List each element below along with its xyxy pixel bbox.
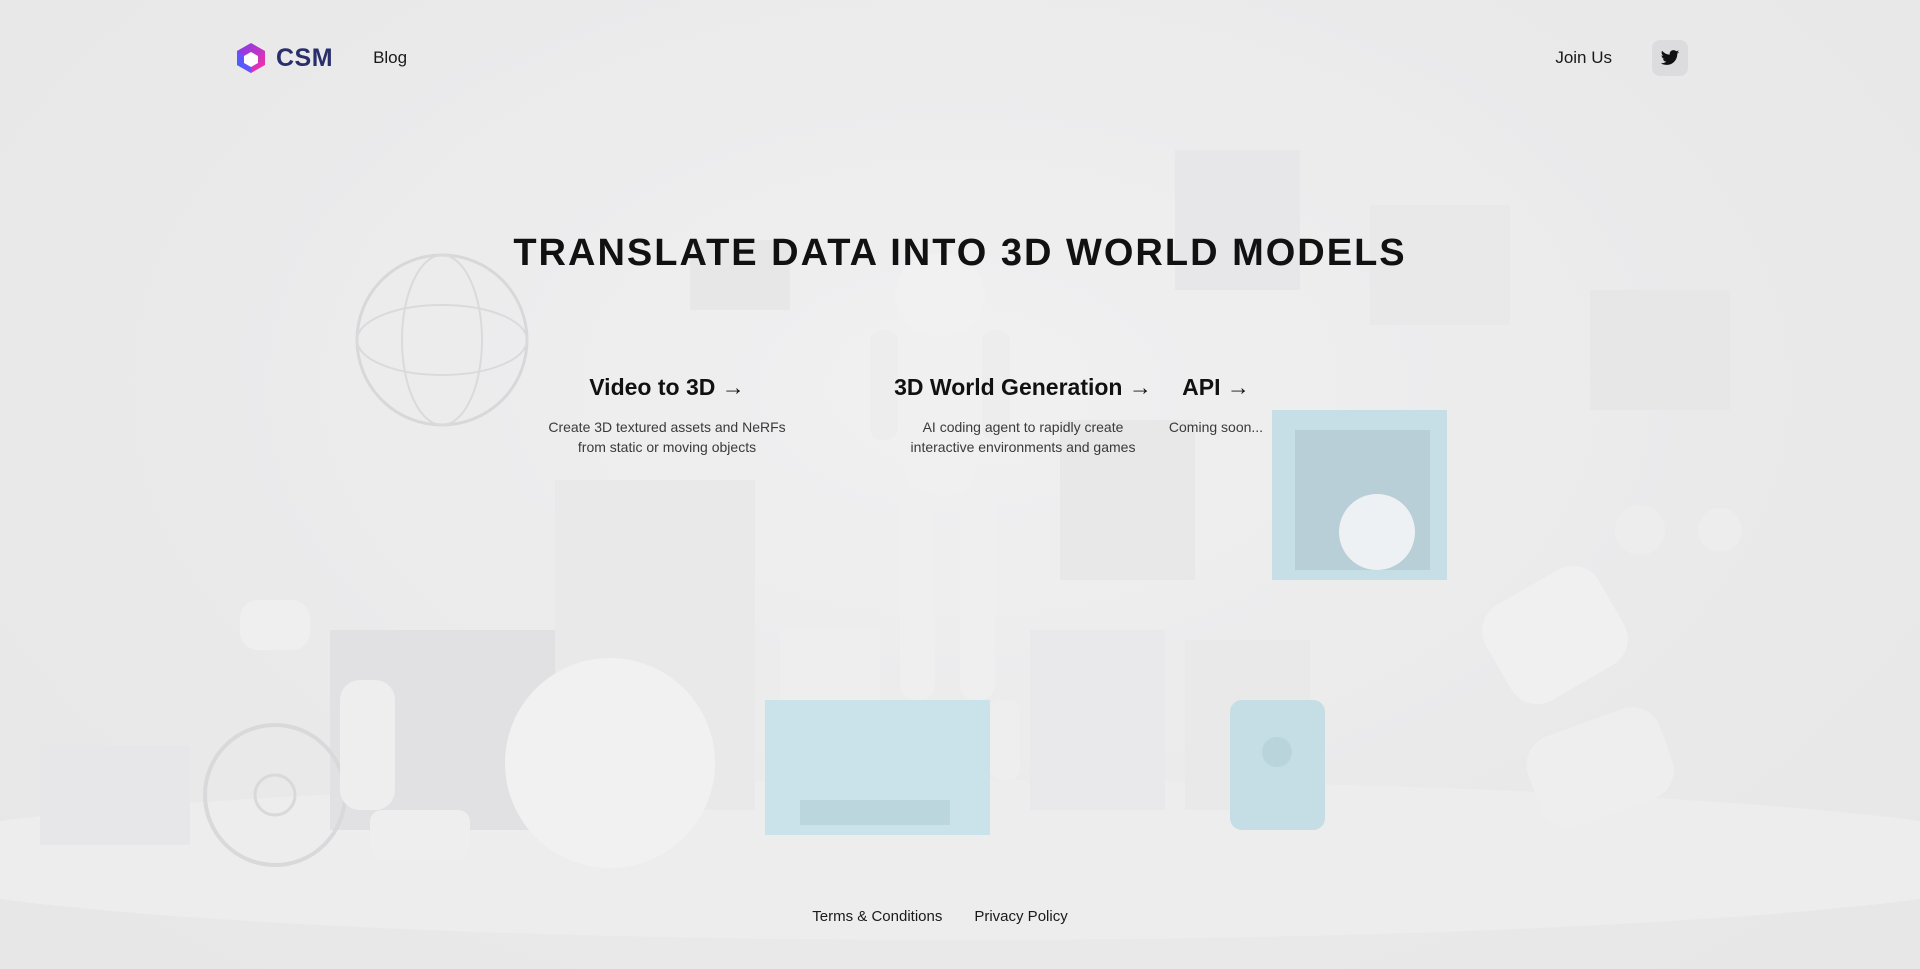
3d-world-generation-link[interactable]: 3D World Generation →: [894, 374, 1152, 401]
api-link[interactable]: API →: [1182, 374, 1250, 401]
feature-description: Create 3D textured assets and NeRFs from…: [527, 417, 807, 457]
feature-description-line: from static or moving objects: [577, 439, 757, 455]
feature-video-to-3d: Video to 3D → Create 3D textured assets …: [527, 374, 807, 457]
hero-title: TRANSLATE DATA INTO 3D WORLD MODELS: [513, 232, 1407, 274]
site-footer: Terms & Conditions Privacy Policy: [0, 908, 1920, 925]
feature-api: API → Coming soon...: [1136, 374, 1296, 437]
nav-blog-link[interactable]: Blog: [373, 48, 407, 68]
brand-logo[interactable]: CSM: [232, 41, 333, 75]
header-right: Join Us: [1555, 40, 1688, 76]
join-us-link[interactable]: Join Us: [1555, 48, 1612, 68]
terms-link[interactable]: Terms & Conditions: [812, 908, 942, 925]
csm-logo-icon: [237, 43, 265, 73]
feature-description-line: interactive environments and games: [910, 439, 1136, 455]
video-to-3d-link[interactable]: Video to 3D →: [589, 374, 745, 401]
brand-name: CSM: [276, 43, 334, 72]
header-left: CSM Blog: [232, 41, 407, 75]
background-veil: [0, 0, 1920, 969]
site-header: CSM Blog Join Us: [232, 38, 1688, 78]
feature-description-line: Create 3D textured assets and NeRFs: [548, 419, 786, 435]
feature-description: Coming soon...: [1136, 417, 1296, 437]
feature-description-line: Coming soon...: [1168, 419, 1264, 435]
twitter-bird-icon: [1660, 50, 1680, 65]
privacy-policy-link[interactable]: Privacy Policy: [974, 908, 1067, 925]
twitter-button[interactable]: [1652, 40, 1688, 76]
